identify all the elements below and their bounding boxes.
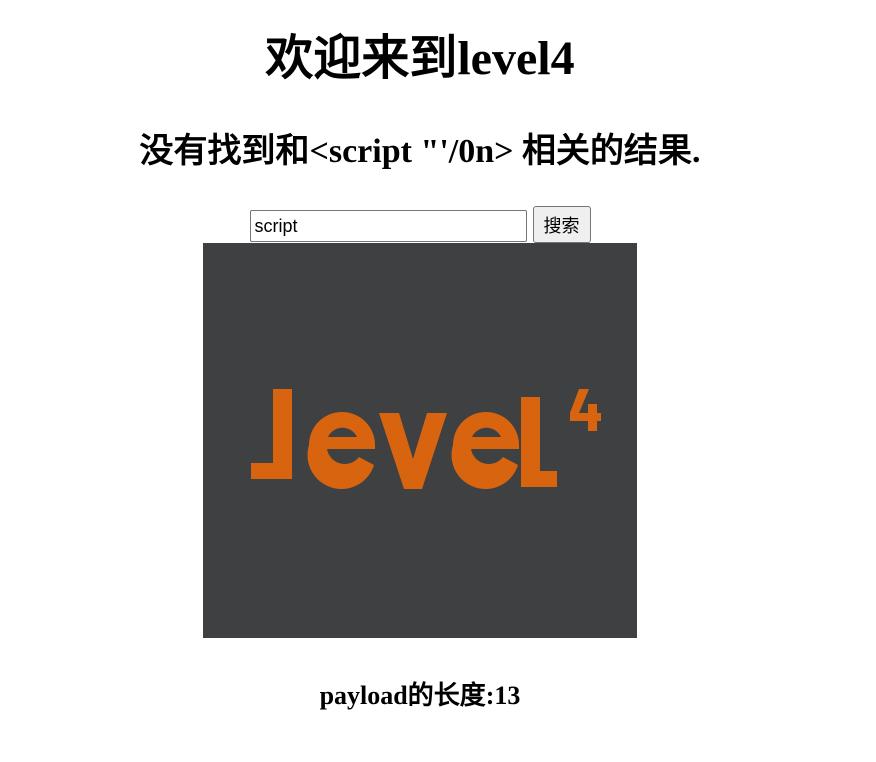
- search-input[interactable]: [249, 210, 527, 242]
- level4-logo-graphic: level4: [203, 243, 637, 638]
- search-form: 搜索: [0, 206, 840, 243]
- level4-logo-image: level4: [203, 243, 637, 638]
- result-message: 没有找到和<script "'/0n> 相关的结果.: [139, 133, 701, 170]
- search-button[interactable]: 搜索: [532, 206, 591, 243]
- payload-length: payload的长度:13: [319, 681, 521, 710]
- page-title: 欢迎来到level4: [265, 32, 575, 85]
